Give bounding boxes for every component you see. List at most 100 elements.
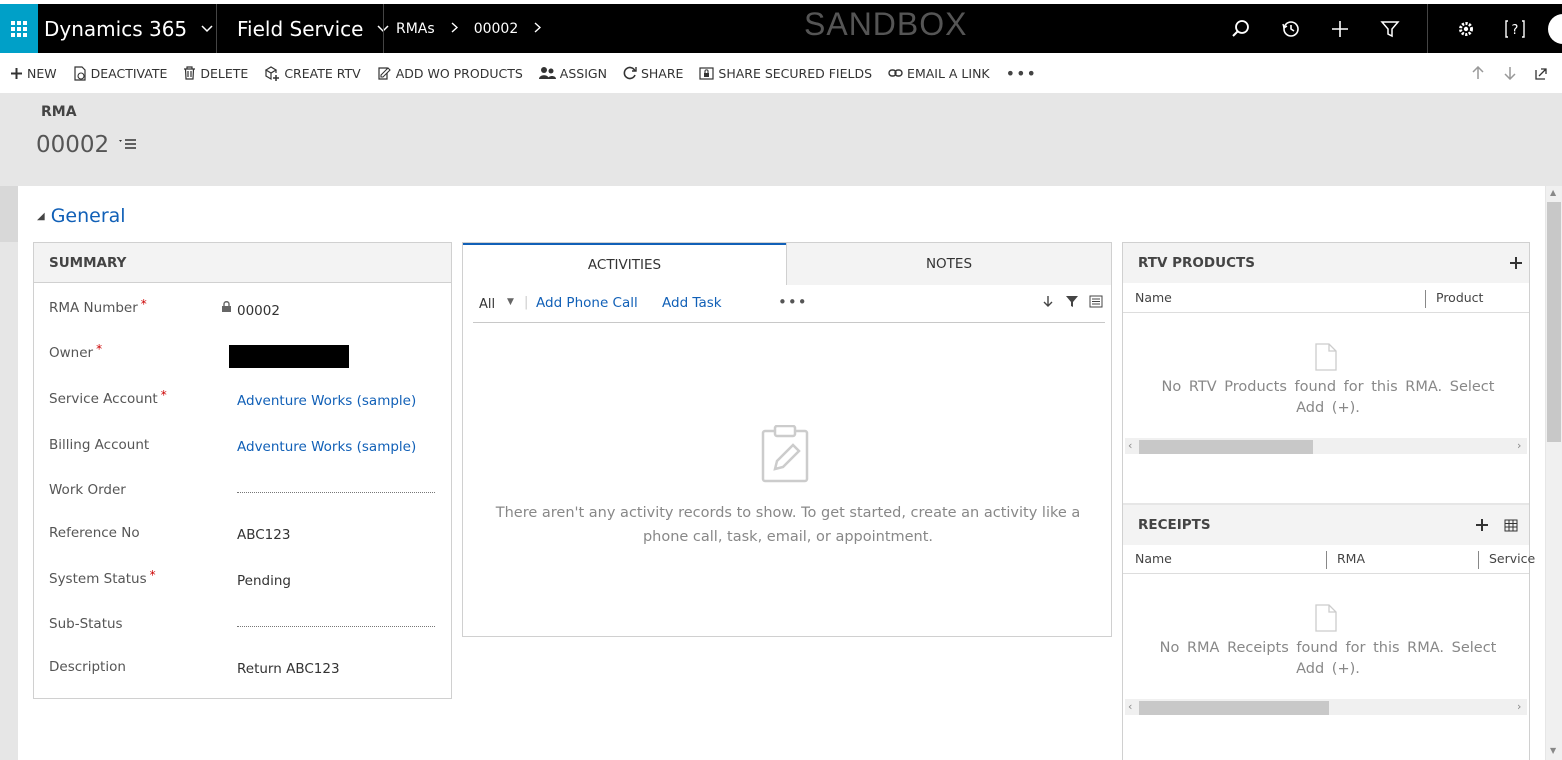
filter-icon[interactable] [1377,16,1403,42]
assign-icon [538,67,556,79]
field-description: Description Return ABC123 [34,659,453,689]
filter-icon[interactable] [1065,295,1079,312]
app-switcher[interactable]: Dynamics 365 [44,4,213,53]
receipts-empty-message: No RMA Receipts found for this RMA. Sele… [1159,640,1497,677]
sort-down-icon[interactable] [1043,295,1053,312]
column-header-name[interactable]: Name [1135,551,1172,566]
record-title-text: 00002 [36,132,110,158]
scroll-down-icon[interactable]: ▼ [1550,746,1556,755]
activity-filter[interactable]: All [479,297,495,312]
create-rtv-icon [265,65,280,81]
scroll-up-icon[interactable]: ▲ [1550,188,1556,197]
share-button[interactable]: SHARE [623,66,683,81]
activities-panel: ACTIVITIES NOTES All ▼ | Add Phone Call … [462,242,1112,637]
required-mark: * [96,342,103,356]
pop-out-icon[interactable] [1535,53,1548,93]
add-wo-products-button[interactable]: ADD WO PRODUCTS [377,66,523,81]
more-commands-button[interactable]: ••• [1006,64,1037,83]
field-owner: Owner * [34,342,453,375]
grid-view-icon[interactable] [1504,513,1518,537]
dropdown-caret-icon[interactable]: ▼ [507,297,514,307]
form-selector-icon[interactable] [119,136,137,155]
record-title: 00002 [36,132,137,158]
tab-notes[interactable]: NOTES [786,243,1111,285]
toolbar-separator: | [524,295,529,310]
more-activities-button[interactable]: ••• [778,293,808,311]
breadcrumb-record[interactable]: 00002 [474,21,519,37]
work-order-input[interactable] [237,492,435,493]
system-status-value[interactable]: Pending [237,573,291,589]
environment-label: SANDBOX [804,6,968,42]
description-value[interactable]: Return ABC123 [237,661,340,677]
create-rtv-label: CREATE RTV [284,65,361,81]
email-a-link-button[interactable]: EMAIL A LINK [888,66,990,81]
add-receipt-icon[interactable] [1475,513,1489,537]
lock-icon [221,300,232,317]
add-icon[interactable] [1327,16,1353,42]
owner-value-redacted[interactable] [229,345,349,368]
arrow-down-icon[interactable] [1504,53,1516,93]
field-sub-status: Sub-Status [34,616,453,646]
app-name: Dynamics 365 [44,16,188,41]
area-name: Field Service [237,16,364,41]
scroll-right-icon[interactable]: › [1517,439,1521,452]
grid-view-icon[interactable] [1089,295,1103,312]
breadcrumb-rmas[interactable]: RMAs [396,21,435,37]
scrollbar-thumb[interactable] [1547,202,1561,442]
arrow-up-icon[interactable] [1472,53,1484,93]
empty-document-icon [1315,604,1337,636]
assign-label: ASSIGN [559,65,607,81]
required-mark: * [160,388,167,402]
field-label: Reference No [49,525,140,541]
service-account-link[interactable]: Adventure Works (sample) [237,393,416,409]
field-label: RMA Number * [49,297,147,316]
delete-button[interactable]: DELETE [183,66,248,81]
share-secured-fields-button[interactable]: SHARE SECURED FIELDS [699,66,872,81]
create-rtv-button[interactable]: CREATE RTV [264,65,361,81]
scrollbar-thumb[interactable] [1139,701,1329,715]
column-header-service[interactable]: Service [1489,551,1535,566]
summary-title: SUMMARY [34,243,451,283]
field-work-order: Work Order [34,482,453,512]
assign-button[interactable]: ASSIGN [538,65,607,81]
column-header-name[interactable]: Name [1135,290,1172,305]
link-icon [888,69,903,77]
recent-icon[interactable] [1278,16,1304,42]
breadcrumb: RMAs 00002 [396,4,557,53]
share-label: SHARE [640,65,684,81]
scroll-left-icon[interactable]: ‹ [1128,700,1132,713]
new-label: NEW [27,65,57,81]
scroll-right-icon[interactable]: › [1517,700,1521,713]
help-icon[interactable]: ? [1502,16,1528,42]
column-header-rma[interactable]: RMA [1337,551,1365,566]
add-rtv-product-icon[interactable] [1509,251,1523,275]
deactivate-button[interactable]: DEACTIVATE [73,66,167,81]
scrollbar-thumb[interactable] [1139,440,1313,454]
rtv-horizontal-scrollbar[interactable]: ‹ › [1125,438,1527,454]
tab-activities[interactable]: ACTIVITIES [463,243,786,285]
activity-tabs: ACTIVITIES NOTES [463,243,1111,285]
section-general[interactable]: ◢ General [37,205,126,227]
summary-panel: SUMMARY RMA Number * 00002 Owner * Service… [33,242,452,699]
new-button[interactable]: NEW [10,66,57,81]
add-task-link[interactable]: Add Task [662,295,722,311]
settings-icon[interactable] [1453,16,1479,42]
chevron-right-icon[interactable] [534,21,542,37]
vertical-scrollbar[interactable]: ▲ ▼ [1546,186,1562,760]
user-avatar[interactable] [1548,14,1562,44]
app-launcher-button[interactable] [0,4,38,53]
search-icon[interactable] [1228,16,1254,42]
area-switcher[interactable]: Field Service [237,4,389,53]
receipts-horizontal-scrollbar[interactable]: ‹ › [1125,699,1527,715]
sub-status-input[interactable] [237,626,435,627]
column-header-product[interactable]: Product [1436,290,1483,305]
field-label: Billing Account [49,437,150,453]
rtv-empty-message: No RTV Products found for this RMA. Sele… [1161,379,1495,416]
column-separator [1478,551,1479,569]
add-phone-call-link[interactable]: Add Phone Call [536,295,638,311]
add-wo-products-label: ADD WO PRODUCTS [395,65,523,81]
billing-account-link[interactable]: Adventure Works (sample) [237,439,416,455]
scroll-left-icon[interactable]: ‹ [1128,439,1132,452]
reference-no-value[interactable]: ABC123 [237,527,290,543]
column-separator [1326,551,1327,569]
